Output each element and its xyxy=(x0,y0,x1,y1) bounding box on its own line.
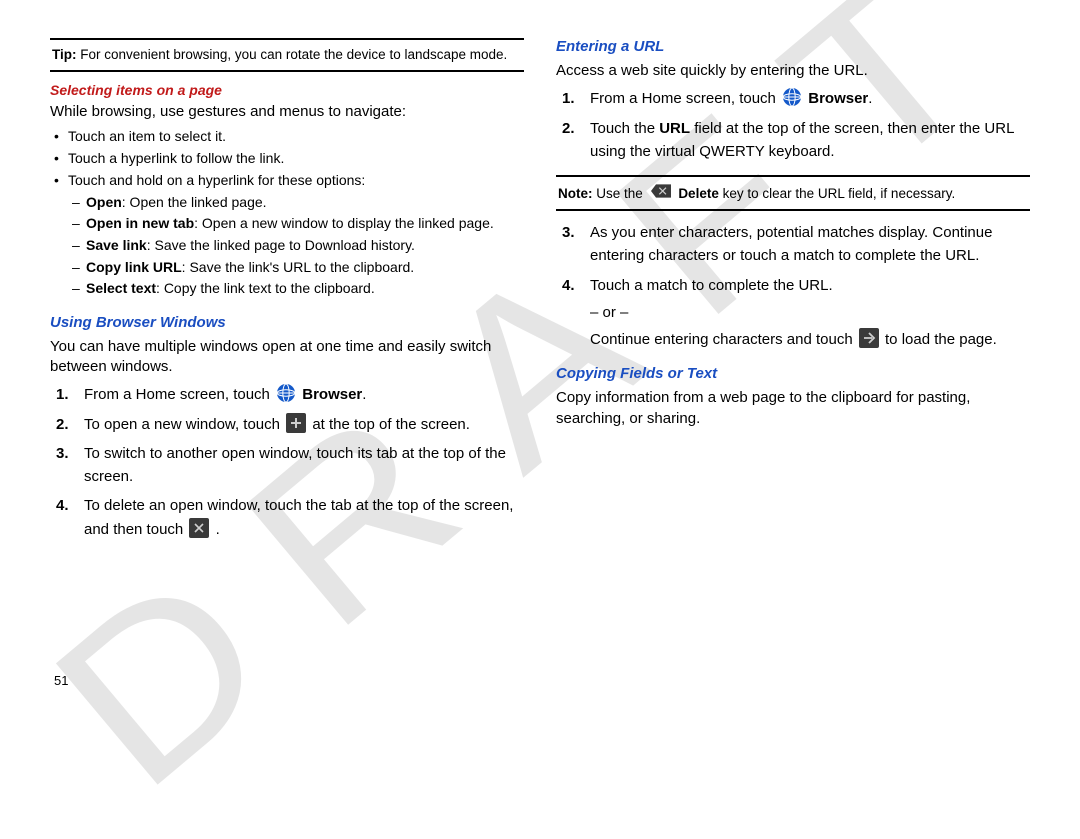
bullet-text: Touch an item to select it. xyxy=(68,126,226,148)
bullet-text: Touch and hold on a hyperlink for these … xyxy=(68,170,365,192)
tip-text: For convenient browsing, you can rotate … xyxy=(80,47,507,62)
list-item: –Copy link URL: Save the link's URL to t… xyxy=(72,257,524,279)
list-item: •Touch and hold on a hyperlink for these… xyxy=(54,170,524,192)
list-item: 4. Touch a match to complete the URL. – … xyxy=(556,274,1030,352)
list-item: –Open: Open the linked page. xyxy=(72,192,524,214)
two-column-layout: Tip: For convenient browsing, you can ro… xyxy=(50,38,1030,547)
list-item: 2. Touch the URL field at the top of the… xyxy=(556,117,1030,164)
heading-browser-windows: Using Browser Windows xyxy=(50,314,524,331)
list-item: –Select text: Copy the link text to the … xyxy=(72,278,524,300)
browser-globe-icon xyxy=(276,383,296,403)
list-item: 1. From a Home screen, touch Browser. xyxy=(556,87,1030,110)
or-separator: – or – xyxy=(590,301,1030,324)
intro-browser-windows: You can have multiple windows open at on… xyxy=(50,337,524,378)
dash-sublist: –Open: Open the linked page. –Open in ne… xyxy=(72,192,524,300)
numbered-steps-right-a: 1. From a Home screen, touch Browser. 2.… xyxy=(556,87,1030,163)
intro-entering-url: Access a web site quickly by entering th… xyxy=(556,61,1030,81)
step-number: 2. xyxy=(50,413,84,436)
list-item: 2. To open a new window, touch at the to… xyxy=(50,413,524,436)
page-number: 51 xyxy=(54,673,68,688)
tip-callout: Tip: For convenient browsing, you can ro… xyxy=(50,38,524,72)
step-number: 1. xyxy=(556,87,590,110)
bullet-text: Touch a hyperlink to follow the link. xyxy=(68,148,284,170)
list-item: –Open in new tab: Open a new window to d… xyxy=(72,213,524,235)
list-item: 3. As you enter characters, potential ma… xyxy=(556,221,1030,268)
heading-entering-url: Entering a URL xyxy=(556,38,1030,55)
heading-copying-fields: Copying Fields or Text xyxy=(556,365,1030,382)
left-column: Tip: For convenient browsing, you can ro… xyxy=(50,38,524,547)
right-column: Entering a URL Access a web site quickly… xyxy=(556,38,1030,547)
step-number: 3. xyxy=(50,442,84,489)
numbered-steps-right-b: 3. As you enter characters, potential ma… xyxy=(556,221,1030,351)
step-number: 2. xyxy=(556,117,590,164)
note-callout: Note: Use the Delete key to clear the UR… xyxy=(556,175,1030,211)
heading-selecting-items: Selecting items on a page xyxy=(50,82,524,98)
step-number: 3. xyxy=(556,221,590,268)
numbered-steps-left: 1. From a Home screen, touch Browser. 2.… xyxy=(50,383,524,541)
list-item: 3. To switch to another open window, tou… xyxy=(50,442,524,489)
step-number: 4. xyxy=(556,274,590,352)
plus-icon xyxy=(286,413,306,433)
list-item: 1. From a Home screen, touch Browser. xyxy=(50,383,524,406)
list-item: •Touch an item to select it. xyxy=(54,126,524,148)
arrow-right-icon xyxy=(859,328,879,348)
browser-globe-icon xyxy=(782,87,802,107)
list-item: 4. To delete an open window, touch the t… xyxy=(50,494,524,541)
bullet-list: •Touch an item to select it. •Touch a hy… xyxy=(54,126,524,300)
intro-copying-fields: Copy information from a web page to the … xyxy=(556,388,1030,429)
tip-label: Tip: xyxy=(52,47,77,62)
intro-selecting-items: While browsing, use gestures and menus t… xyxy=(50,102,524,122)
close-icon xyxy=(189,518,209,538)
list-item: •Touch a hyperlink to follow the link. xyxy=(54,148,524,170)
list-item: –Save link: Save the linked page to Down… xyxy=(72,235,524,257)
step-number: 4. xyxy=(50,494,84,541)
delete-key-icon xyxy=(649,183,673,199)
note-label: Note: xyxy=(558,186,593,201)
step-number: 1. xyxy=(50,383,84,406)
